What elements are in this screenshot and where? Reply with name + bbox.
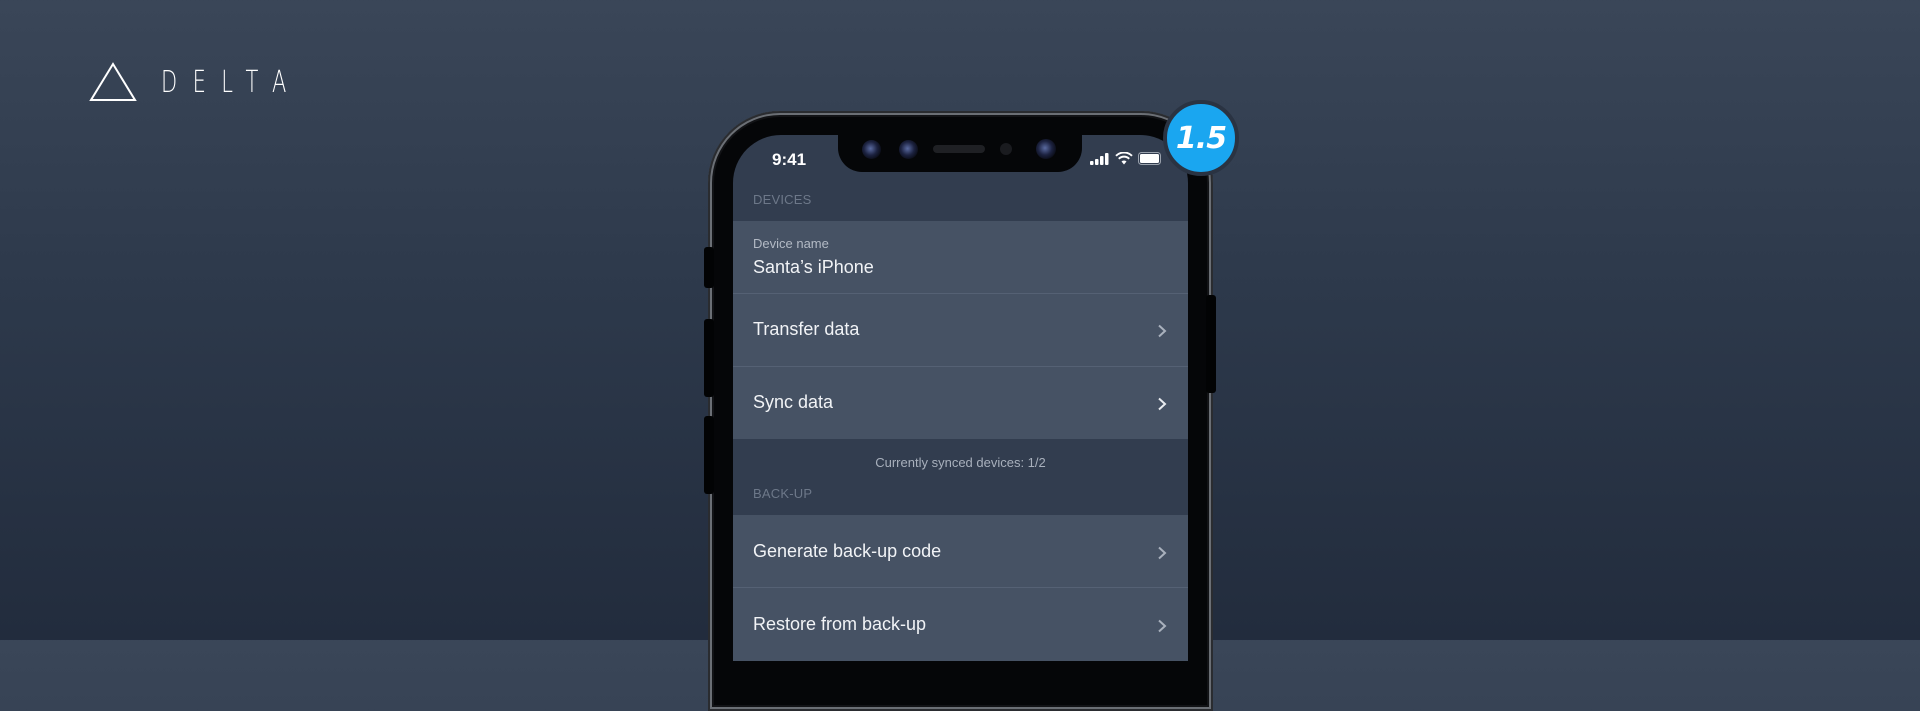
restore-from-backup-label: Restore from back-up [753, 614, 927, 634]
brand-logo: DELTA [89, 62, 362, 102]
proximity-sensor [1000, 143, 1012, 155]
restore-from-backup-row[interactable]: Restore from back-up [733, 588, 1188, 661]
status-time: 9:41 [772, 150, 807, 169]
wifi-icon [1115, 152, 1133, 165]
device-name-value[interactable]: Santa’s iPhone [753, 257, 874, 278]
battery-icon [1138, 152, 1161, 165]
chevron-right-icon [1158, 619, 1167, 633]
status-icons [1090, 152, 1164, 165]
transfer-data-row[interactable]: Transfer data [733, 294, 1188, 367]
sync-data-row[interactable]: Sync data [733, 367, 1188, 439]
device-name-label: Device name [753, 236, 829, 251]
mute-switch [704, 247, 714, 288]
device-name-field[interactable]: Device name Santa’s iPhone [733, 221, 1188, 294]
volume-down-button [704, 416, 714, 494]
sync-data-label: Sync data [753, 392, 834, 412]
triangle-outline-icon [89, 62, 137, 101]
speaker-grille [933, 145, 985, 153]
version-badge-label: 1.5 [1175, 120, 1227, 156]
camera-icon [899, 140, 918, 159]
chevron-right-icon [1158, 546, 1167, 560]
volume-up-button [704, 319, 714, 397]
brand-name: DELTA [161, 64, 302, 100]
camera-icon [862, 140, 881, 159]
generate-backup-code-row[interactable]: Generate back-up code [733, 515, 1188, 588]
cellular-signal-icon [1090, 152, 1109, 165]
power-button [1206, 295, 1216, 393]
chevron-right-icon [1158, 397, 1167, 411]
generate-backup-code-label: Generate back-up code [753, 541, 942, 561]
section-header-backup: BACK-UP [753, 486, 813, 501]
version-badge: 1.5 [1163, 100, 1239, 176]
section-header-devices: DEVICES [753, 192, 812, 207]
synced-devices-note: Currently synced devices: 1/2 [875, 455, 1046, 470]
chevron-right-icon [1158, 324, 1167, 338]
transfer-data-label: Transfer data [753, 319, 860, 339]
camera-icon [1036, 139, 1056, 159]
